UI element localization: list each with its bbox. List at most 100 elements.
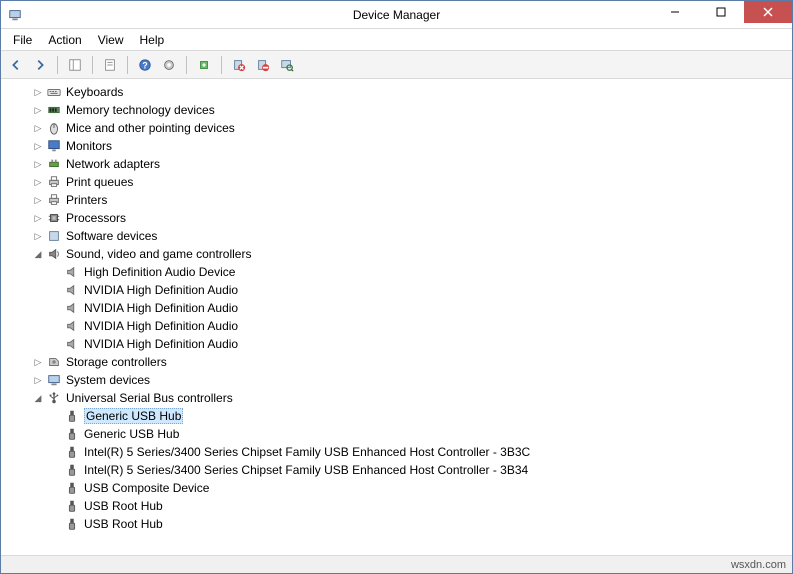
tree-node-label[interactable]: NVIDIA High Definition Audio	[84, 283, 238, 297]
tree-node-label[interactable]: High Definition Audio Device	[84, 265, 235, 279]
tree-node[interactable]: NVIDIA High Definition Audio	[2, 299, 791, 317]
tree-node-label[interactable]: NVIDIA High Definition Audio	[84, 301, 238, 315]
tree-node-label[interactable]: Universal Serial Bus controllers	[66, 391, 233, 405]
tree-node-label[interactable]: USB Composite Device	[84, 481, 209, 495]
audio-device-icon	[64, 300, 80, 316]
help-icon[interactable]: ?	[134, 54, 156, 76]
app-icon	[7, 7, 23, 23]
collapse-icon[interactable]: ◢	[32, 248, 44, 260]
usb-device-icon	[64, 480, 80, 496]
tree-node-label[interactable]: Network adapters	[66, 157, 160, 171]
monitor-icon	[46, 138, 62, 154]
tree-node-label[interactable]: Intel(R) 5 Series/3400 Series Chipset Fa…	[84, 463, 528, 477]
tree-node-label[interactable]: Memory technology devices	[66, 103, 215, 117]
tree-node[interactable]: ▷ Network adapters	[2, 155, 791, 173]
tree-node[interactable]: ▷ Printers	[2, 191, 791, 209]
toolbar-separator	[221, 56, 222, 74]
tree-node-label[interactable]: Storage controllers	[66, 355, 167, 369]
tree-node[interactable]: ▷ Memory technology devices	[2, 101, 791, 119]
tree-node-label[interactable]: USB Root Hub	[84, 517, 163, 531]
tree-node[interactable]: ◢ Universal Serial Bus controllers	[2, 389, 791, 407]
audio-device-icon	[64, 264, 80, 280]
usb-device-icon	[64, 408, 80, 424]
tree-node-label[interactable]: Processors	[66, 211, 126, 225]
svg-text:?: ?	[142, 60, 147, 70]
tree-node[interactable]: ▷ Monitors	[2, 137, 791, 155]
tree-node[interactable]: High Definition Audio Device	[2, 263, 791, 281]
scan-hardware-icon[interactable]	[276, 54, 298, 76]
tree-node[interactable]: Generic USB Hub	[2, 407, 791, 425]
tree-node[interactable]: ▷ Print queues	[2, 173, 791, 191]
expand-icon[interactable]: ▷	[32, 86, 44, 98]
device-tree[interactable]: ▷ Keyboards ▷ Memory technology devices ▷ Mic…	[2, 80, 791, 555]
expand-icon[interactable]: ▷	[32, 104, 44, 116]
usb-device-icon	[64, 498, 80, 514]
disable-icon[interactable]	[252, 54, 274, 76]
tree-node[interactable]: Generic USB Hub	[2, 425, 791, 443]
show-hide-tree-icon[interactable]	[64, 54, 86, 76]
expand-icon[interactable]: ▷	[32, 140, 44, 152]
uninstall-icon[interactable]	[228, 54, 250, 76]
expand-icon[interactable]: ▷	[32, 374, 44, 386]
status-text: wsxdn.com	[731, 559, 786, 571]
expand-icon[interactable]: ▷	[32, 194, 44, 206]
menu-help[interactable]: Help	[132, 31, 173, 49]
tree-node-label[interactable]: USB Root Hub	[84, 499, 163, 513]
tree-node[interactable]: ▷ Mice and other pointing devices	[2, 119, 791, 137]
action-icon[interactable]	[158, 54, 180, 76]
update-driver-icon[interactable]	[193, 54, 215, 76]
expand-icon[interactable]: ▷	[32, 212, 44, 224]
tree-node-label[interactable]: Sound, video and game controllers	[66, 247, 251, 261]
tree-node[interactable]: Intel(R) 5 Series/3400 Series Chipset Fa…	[2, 461, 791, 479]
menu-view[interactable]: View	[90, 31, 132, 49]
close-button[interactable]	[744, 1, 792, 23]
tree-node-label[interactable]: Printers	[66, 193, 107, 207]
nav-forward-icon[interactable]	[29, 54, 51, 76]
expand-icon[interactable]: ▷	[32, 176, 44, 188]
tree-node[interactable]: NVIDIA High Definition Audio	[2, 317, 791, 335]
toolbar: ?	[1, 51, 792, 79]
tree-node[interactable]: NVIDIA High Definition Audio	[2, 281, 791, 299]
tree-node-label[interactable]: NVIDIA High Definition Audio	[84, 319, 238, 333]
tree-node[interactable]: USB Composite Device	[2, 479, 791, 497]
tree-node-label[interactable]: Keyboards	[66, 85, 123, 99]
tree-node[interactable]: ◢ Sound, video and game controllers	[2, 245, 791, 263]
window-controls	[652, 1, 792, 23]
tree-node-label[interactable]: Generic USB Hub	[84, 427, 179, 441]
minimize-button[interactable]	[652, 1, 698, 23]
menu-action[interactable]: Action	[40, 31, 89, 49]
tree-node-label[interactable]: Print queues	[66, 175, 133, 189]
maximize-button[interactable]	[698, 1, 744, 23]
tree-node[interactable]: ▷ Software devices	[2, 227, 791, 245]
tree-node[interactable]: USB Root Hub	[2, 497, 791, 515]
tree-node[interactable]: NVIDIA High Definition Audio	[2, 335, 791, 353]
expand-icon[interactable]: ▷	[32, 230, 44, 242]
tree-node-label[interactable]: System devices	[66, 373, 150, 387]
tree-node[interactable]: ▷ Storage controllers	[2, 353, 791, 371]
memory-tech-icon	[46, 102, 62, 118]
tree-node[interactable]: USB Root Hub	[2, 515, 791, 533]
tree-node-label[interactable]: Generic USB Hub	[84, 408, 183, 424]
statusbar: wsxdn.com	[1, 555, 792, 573]
expand-icon[interactable]: ▷	[32, 356, 44, 368]
expand-icon[interactable]: ▷	[32, 158, 44, 170]
tree-node[interactable]: ▷ Processors	[2, 209, 791, 227]
printer-icon	[46, 192, 62, 208]
audio-device-icon	[64, 336, 80, 352]
expand-icon[interactable]: ▷	[32, 122, 44, 134]
nav-back-icon[interactable]	[5, 54, 27, 76]
tree-node[interactable]: Intel(R) 5 Series/3400 Series Chipset Fa…	[2, 443, 791, 461]
properties-icon[interactable]	[99, 54, 121, 76]
tree-node[interactable]: ▷ System devices	[2, 371, 791, 389]
usb-device-icon	[64, 444, 80, 460]
tree-node-label[interactable]: Software devices	[66, 229, 157, 243]
tree-node-label[interactable]: NVIDIA High Definition Audio	[84, 337, 238, 351]
tree-node-label[interactable]: Monitors	[66, 139, 112, 153]
tree-node-label[interactable]: Mice and other pointing devices	[66, 121, 235, 135]
tree-node-label[interactable]: Intel(R) 5 Series/3400 Series Chipset Fa…	[84, 445, 530, 459]
collapse-icon[interactable]: ◢	[32, 392, 44, 404]
tree-node[interactable]: ▷ Keyboards	[2, 83, 791, 101]
usb-device-icon	[64, 462, 80, 478]
menu-file[interactable]: File	[5, 31, 40, 49]
toolbar-separator	[57, 56, 58, 74]
